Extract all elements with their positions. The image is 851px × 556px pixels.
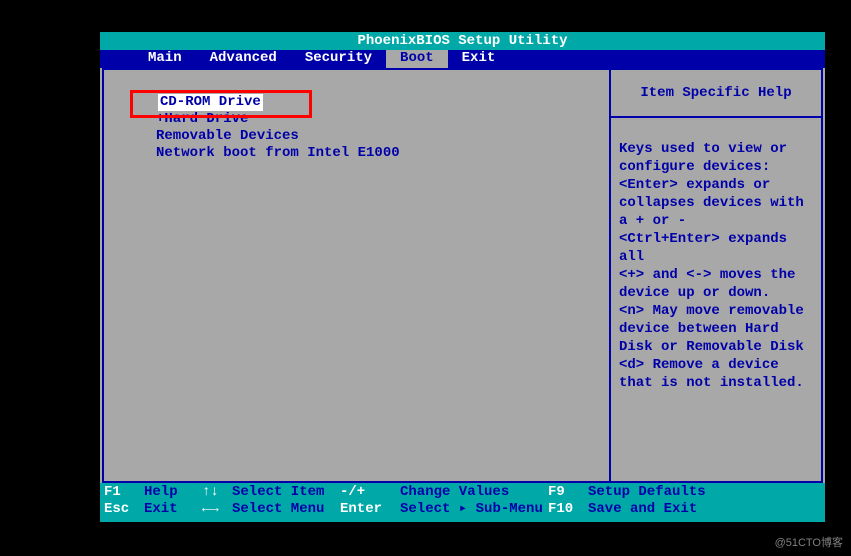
- label-select-menu: Select Menu: [232, 501, 340, 518]
- label-change-values: Change Values: [400, 484, 548, 501]
- label-save-exit: Save and Exit: [588, 501, 821, 518]
- help-line: that is not installed.: [619, 374, 813, 392]
- app-title: PhoenixBIOS Setup Utility: [357, 33, 567, 49]
- help-line: a + or -: [619, 212, 813, 230]
- help-line: <Enter> expands or: [619, 176, 813, 194]
- boot-item-removable[interactable]: Removable Devices: [150, 128, 603, 145]
- content-area: CD-ROM Drive +Hard Drive Removable Devic…: [102, 68, 823, 483]
- label-exit: Exit: [144, 501, 202, 518]
- label-setup-defaults: Setup Defaults: [588, 484, 821, 501]
- key-esc[interactable]: Esc: [104, 501, 144, 518]
- key-f10[interactable]: F10: [548, 501, 588, 518]
- boot-item-network[interactable]: Network boot from Intel E1000: [150, 145, 603, 162]
- menu-boot[interactable]: Boot: [386, 50, 448, 68]
- footer-bar: F1 Help ↑↓ Select Item -/+ Change Values…: [100, 483, 825, 522]
- key-left-right[interactable]: ←→: [202, 501, 232, 518]
- help-line: Keys used to view or: [619, 140, 813, 158]
- key-enter[interactable]: Enter: [340, 501, 400, 518]
- title-bar: PhoenixBIOS Setup Utility: [100, 32, 825, 50]
- boot-item-cdrom[interactable]: CD-ROM Drive: [158, 94, 263, 111]
- help-line: Disk or Removable Disk: [619, 338, 813, 356]
- key-f9[interactable]: F9: [548, 484, 588, 501]
- menu-exit[interactable]: Exit: [448, 50, 510, 68]
- help-line: device up or down.: [619, 284, 813, 302]
- menu-advanced[interactable]: Advanced: [196, 50, 291, 68]
- bios-screen: PhoenixBIOS Setup Utility Main Advanced …: [100, 32, 825, 522]
- watermark: @51CTO博客: [775, 534, 843, 550]
- boot-order-panel: CD-ROM Drive +Hard Drive Removable Devic…: [104, 70, 609, 481]
- menu-bar: Main Advanced Security Boot Exit: [100, 50, 825, 68]
- help-line: <n> May move removable: [619, 302, 813, 320]
- label-select-item: Select Item: [232, 484, 340, 501]
- help-line: device between Hard: [619, 320, 813, 338]
- key-f1[interactable]: F1: [104, 484, 144, 501]
- menu-main[interactable]: Main: [134, 50, 196, 68]
- help-line: configure devices:: [619, 158, 813, 176]
- key-up-down[interactable]: ↑↓: [202, 484, 232, 501]
- help-line: <Ctrl+Enter> expands: [619, 230, 813, 248]
- label-select-submenu: Select ▸ Sub-Menu: [400, 501, 548, 518]
- key-plus-minus[interactable]: -/+: [340, 484, 400, 501]
- help-header: Item Specific Help: [611, 70, 821, 118]
- boot-item-hard-drive[interactable]: +Hard Drive: [150, 111, 603, 128]
- help-line: <d> Remove a device: [619, 356, 813, 374]
- help-line: <+> and <-> moves the: [619, 266, 813, 284]
- help-body: Keys used to view or configure devices: …: [611, 118, 821, 481]
- help-line: all: [619, 248, 813, 266]
- help-line: collapses devices with: [619, 194, 813, 212]
- label-help: Help: [144, 484, 202, 501]
- help-panel: Item Specific Help Keys used to view or …: [609, 70, 821, 481]
- menu-security[interactable]: Security: [291, 50, 386, 68]
